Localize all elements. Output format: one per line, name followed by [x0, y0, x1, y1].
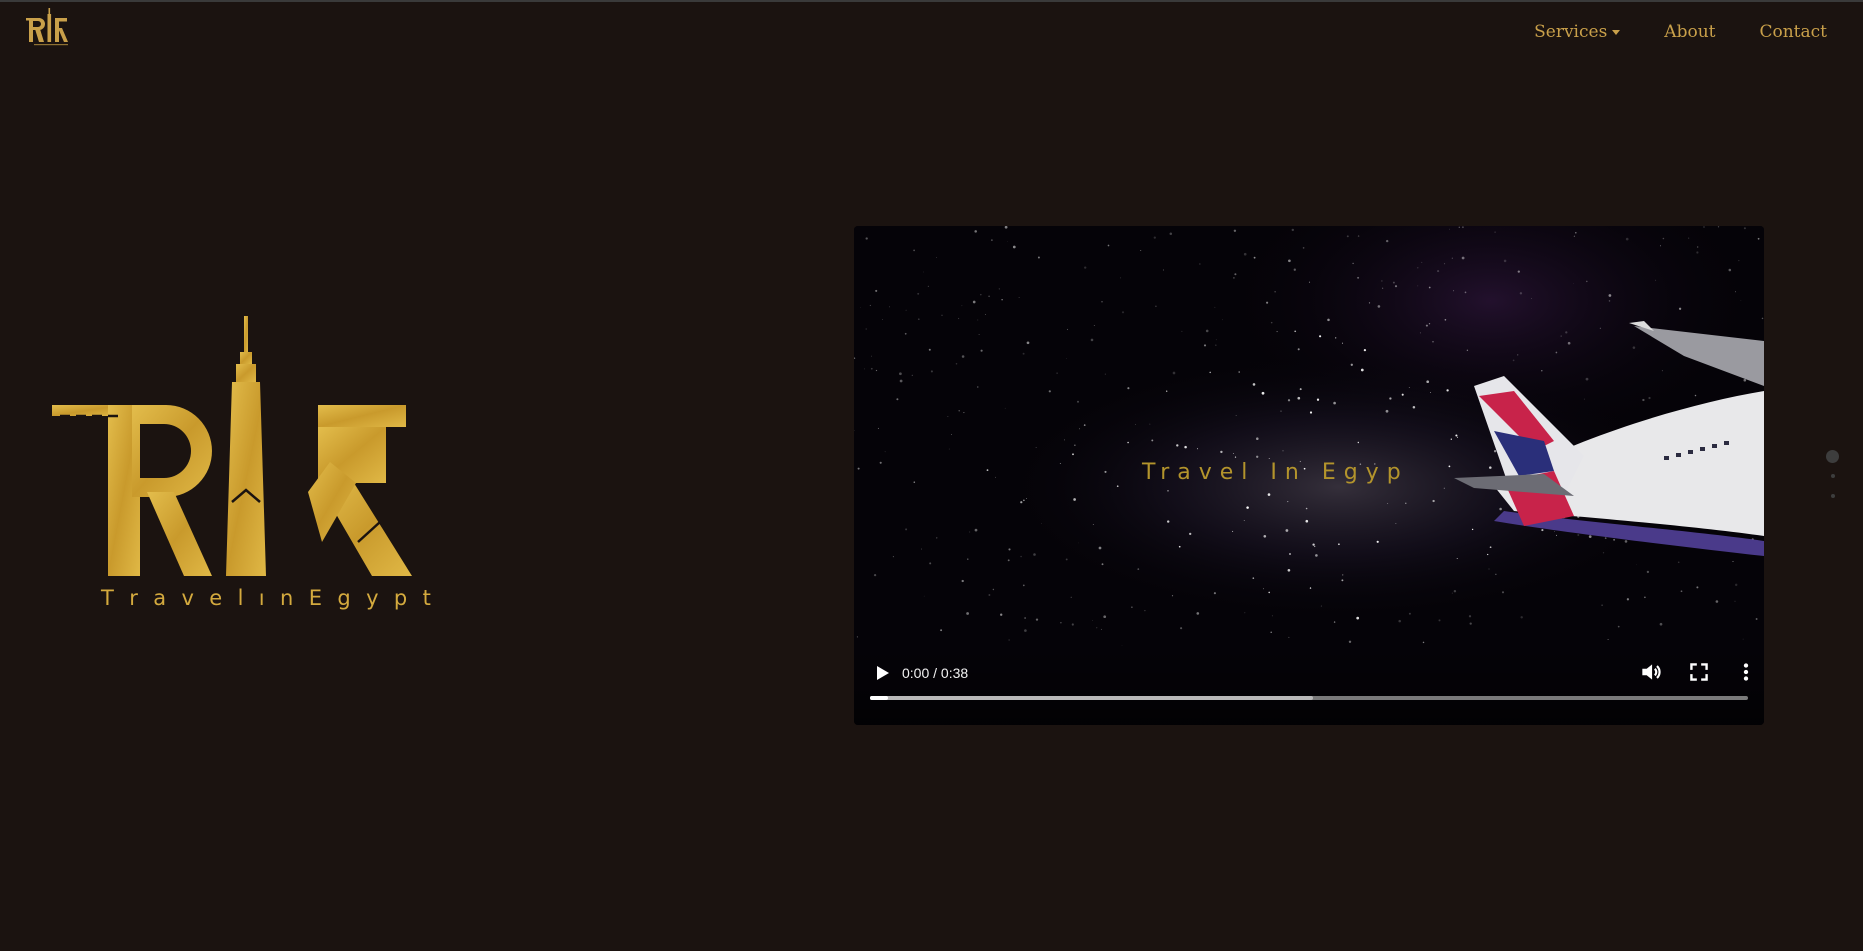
video-buffered-bar	[870, 696, 1314, 700]
nav-about-link[interactable]: About	[1664, 22, 1715, 42]
section-pagination-dots	[1826, 450, 1840, 502]
more-options-icon[interactable]	[1733, 659, 1759, 685]
fullscreen-icon[interactable]	[1686, 659, 1712, 685]
video-time-display: 0:00 / 0:38	[902, 665, 969, 681]
pagination-dot-2[interactable]	[1831, 474, 1835, 478]
main-nav: Services About Contact	[1534, 22, 1827, 42]
top-border	[0, 0, 1863, 2]
pagination-dot-3[interactable]	[1831, 494, 1835, 498]
logo-tagline: T r a v e l ı n E g y p t	[101, 586, 431, 610]
video-title-overlay: Travel In Egyp	[1142, 460, 1409, 485]
video-played-bar	[870, 696, 888, 700]
nav-services-label: Services	[1534, 22, 1608, 42]
video-controls: 0:00 / 0:38	[854, 645, 1764, 725]
travel-in-egypt-logo	[52, 312, 418, 617]
nav-contact-link[interactable]: Contact	[1759, 22, 1827, 42]
play-icon[interactable]	[870, 661, 894, 685]
nav-services-dropdown[interactable]: Services	[1534, 22, 1621, 42]
intro-video-player[interactable]: Travel In Egyp 0:00 / 0:38	[854, 226, 1764, 725]
brand-logo[interactable]	[24, 6, 80, 50]
pagination-dot-1[interactable]	[1826, 450, 1839, 463]
video-progress-bar[interactable]	[870, 696, 1748, 700]
volume-icon[interactable]	[1638, 659, 1664, 685]
caret-down-icon	[1612, 29, 1621, 35]
